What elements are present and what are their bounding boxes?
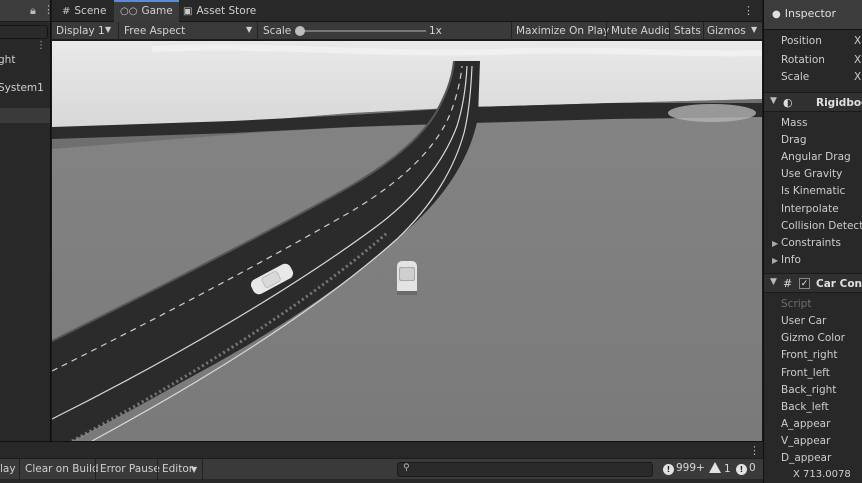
field-label: Front_right: [781, 349, 838, 361]
editor-dropdown[interactable]: Editor: [162, 463, 193, 475]
field-label: V_appear: [781, 435, 831, 447]
transform-rotation-label: Rotation: [781, 54, 825, 66]
chevron-down-icon[interactable]: ▼: [770, 96, 777, 106]
field-label: Drag: [781, 134, 807, 146]
kebab-menu-icon[interactable]: ⋮: [43, 3, 50, 16]
kebab-menu-icon[interactable]: ⋮: [743, 4, 754, 17]
script-icon: #: [783, 277, 793, 290]
tab-label: Scene: [74, 5, 107, 17]
tab-game[interactable]: ○○ Game: [114, 0, 179, 22]
tab-asset-store[interactable]: ▣ Asset Store: [177, 0, 262, 22]
script-component-name: Car Contr: [816, 278, 862, 290]
log-count-toggle[interactable]: ! 999+: [663, 462, 705, 475]
field-label: Interpolate: [781, 203, 839, 215]
error-pause-toggle[interactable]: Error Pause: [100, 463, 160, 475]
mute-audio-toggle[interactable]: Mute Audio: [611, 25, 670, 37]
transform-position-label: Position: [781, 35, 822, 47]
chevron-down-icon: ▼: [246, 25, 253, 34]
chevron-down-icon[interactable]: ▼: [751, 25, 757, 34]
field-label: User Car: [781, 315, 827, 327]
scene-menu-icon[interactable]: ⋮: [36, 40, 46, 51]
lock-icon[interactable]: 🔒︎: [30, 4, 36, 18]
game-render: [52, 41, 762, 441]
error-count: 0: [749, 462, 756, 474]
hierarchy-selected-row[interactable]: [0, 108, 50, 123]
maximize-on-play-toggle[interactable]: Maximize On Play: [516, 25, 609, 37]
axis-label: X: [854, 71, 862, 83]
hierarchy-panel: 🔒︎ ⋮ ⋮ ght System1: [0, 0, 51, 441]
game-viewport[interactable]: [52, 41, 762, 441]
inspector-title: Inspector: [784, 7, 837, 20]
clear-on-play-toggle[interactable]: lay: [0, 463, 16, 475]
chevron-right-icon[interactable]: ▶: [772, 239, 778, 248]
clear-on-build-toggle[interactable]: Clear on Build: [25, 463, 99, 475]
game-toolbar: Display 1 ▼ Free Aspect ▼ Scale 1x Maxim…: [52, 22, 762, 40]
warning-count-toggle[interactable]: 1: [709, 462, 731, 475]
error-icon: !: [736, 464, 747, 475]
info-icon: !: [663, 464, 674, 475]
info-icon: ●: [772, 9, 781, 20]
console-toolbar: lay Clear on Build Error Pause Editor ▼ …: [0, 458, 763, 480]
hierarchy-item[interactable]: System1: [0, 82, 44, 94]
log-count: 999+: [676, 462, 705, 474]
hierarchy-item[interactable]: ght: [0, 54, 15, 66]
field-label: Gizmo Color: [781, 332, 845, 344]
kebab-menu-icon[interactable]: ⋮: [749, 444, 760, 457]
rigidbody-header[interactable]: ▼ ◐ Rigidbody: [764, 92, 862, 112]
field-label: Back_right: [781, 384, 837, 396]
bag-icon: ▣: [183, 6, 193, 17]
constraints-foldout[interactable]: Constraints: [781, 237, 841, 249]
tab-scene[interactable]: # Scene: [56, 0, 112, 22]
scale-slider-handle[interactable]: [295, 26, 305, 36]
info-foldout[interactable]: Info: [781, 254, 801, 266]
ai-car: [397, 261, 417, 295]
scale-value: 1x: [429, 25, 442, 37]
field-label: Mass: [781, 117, 808, 129]
field-label: Back_left: [781, 401, 829, 413]
stats-toggle[interactable]: Stats: [674, 25, 701, 37]
tab-label: Game: [141, 5, 173, 17]
script-field-label: Script: [781, 298, 812, 310]
axis-label: X: [854, 35, 862, 47]
script-component-header[interactable]: ▼ # ✓ Car Contr: [764, 273, 862, 293]
search-icon: ⚲: [403, 463, 410, 473]
warning-count: 1: [724, 463, 731, 475]
hierarchy-search-input[interactable]: [0, 25, 48, 39]
scale-label: Scale: [263, 25, 292, 37]
transform-scale-label: Scale: [781, 71, 810, 83]
rigidbody-icon: ◐: [783, 96, 793, 109]
chevron-down-icon: ▼: [105, 25, 112, 34]
hierarchy-tab-bar: 🔒︎ ⋮: [0, 0, 50, 22]
coordinate-readout: X 713.0078: [793, 469, 851, 480]
chevron-down-icon[interactable]: ▼: [770, 277, 777, 287]
field-label: Is Kinematic: [781, 185, 846, 197]
field-label: Front_left: [781, 367, 830, 379]
view-tab-bar: # Scene ○○ Game ▣ Asset Store ⋮: [52, 0, 762, 22]
chevron-right-icon[interactable]: ▶: [772, 256, 778, 265]
rigidbody-name: Rigidbody: [816, 97, 862, 109]
error-count-toggle[interactable]: ! 0: [736, 462, 756, 475]
inspector-tab[interactable]: ● Inspector: [764, 0, 862, 30]
game-view-panel: # Scene ○○ Game ▣ Asset Store ⋮ Display 1 ▼…: [52, 0, 762, 441]
gamepad-icon: ○○: [120, 6, 138, 17]
console-panel: ⋮ lay Clear on Build Error Pause Editor …: [0, 441, 763, 483]
aspect-dropdown[interactable]: Free Aspect: [124, 25, 185, 37]
scale-slider-track[interactable]: [300, 30, 426, 32]
axis-label: X: [854, 54, 862, 66]
display-dropdown[interactable]: Display 1: [56, 25, 105, 37]
hash-icon: #: [62, 6, 71, 17]
field-label: A_appear: [781, 418, 831, 430]
warning-icon: [709, 462, 721, 473]
field-label: D_appear: [781, 452, 832, 464]
field-label: Collision Detection: [781, 220, 862, 232]
inspector-panel: ● Inspector Position X Rotation X Scale X…: [763, 0, 862, 483]
tab-label: Asset Store: [196, 5, 257, 17]
chevron-down-icon: ▼: [191, 465, 198, 474]
gizmos-toggle[interactable]: Gizmos: [707, 25, 746, 37]
component-enabled-checkbox[interactable]: ✓: [799, 278, 810, 289]
console-search-input[interactable]: ⚲: [397, 462, 653, 477]
field-label: Use Gravity: [781, 168, 843, 180]
field-label: Angular Drag: [781, 151, 851, 163]
